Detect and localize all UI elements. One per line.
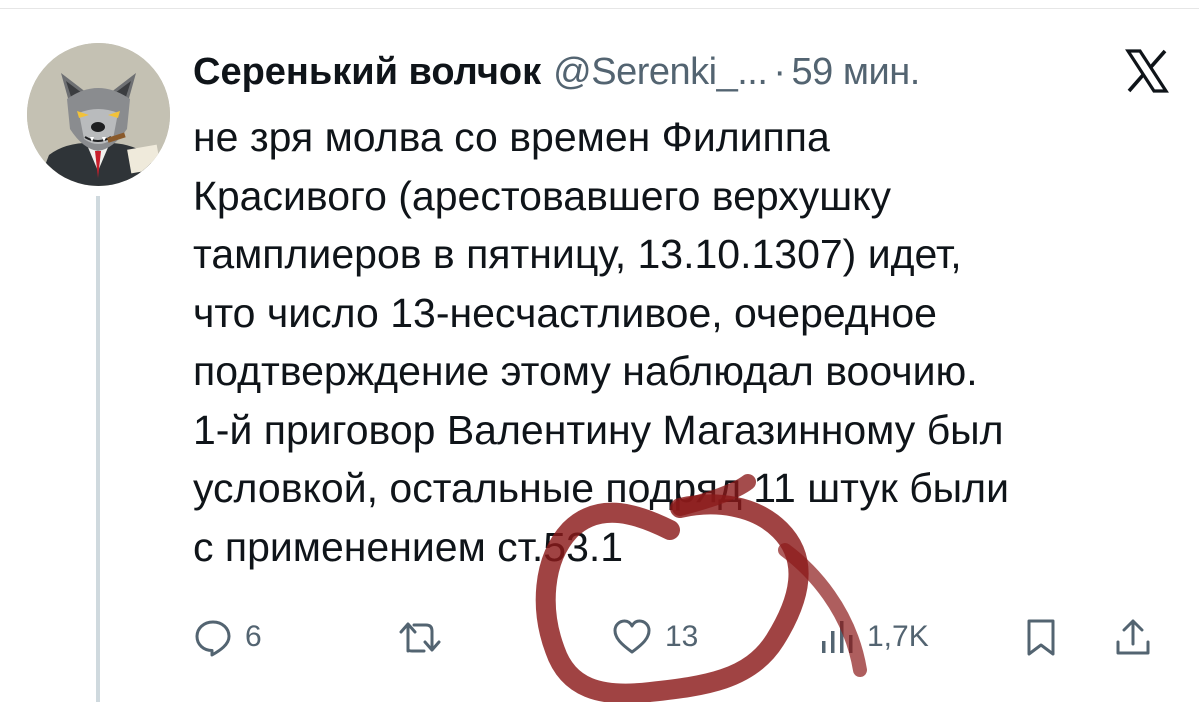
retweet-button[interactable]	[398, 612, 442, 662]
tweet-text-line: тамплиеров в пятницу, 13.10.1307) идет,	[193, 231, 962, 277]
header-separator: ·	[773, 50, 786, 93]
bookmark-button[interactable]	[1023, 612, 1059, 662]
author-handle[interactable]: @Serenki_...	[553, 51, 768, 94]
tweet-text-line: 1-й приговор Валентину Магазинному был	[193, 406, 1004, 453]
tweet-header: Серенький волчок @Serenki_... · 59 мин.	[193, 46, 1169, 98]
tweet-text-line: что число 13-несчастливое, очередное	[193, 289, 937, 336]
x-logo-icon[interactable]	[1125, 49, 1169, 93]
wolf-avatar-image	[27, 43, 170, 186]
like-button[interactable]: 13	[611, 612, 698, 662]
top-divider	[0, 8, 1199, 9]
heart-icon	[613, 619, 651, 654]
avatar[interactable]	[27, 43, 170, 186]
tweet-text-line: с применением ст.53.1	[193, 523, 624, 570]
tweet-timestamp[interactable]: 59 мин.	[792, 51, 921, 94]
retweet-arrows-icon	[399, 622, 441, 653]
tweet-text-line: подтверждение этому наблюдал воочию.	[193, 348, 978, 394]
bar-chart-icon	[822, 621, 853, 653]
views-count: 1,7K	[867, 620, 929, 653]
author-display-name[interactable]: Серенький волчок	[193, 51, 541, 94]
reply-button[interactable]: 6	[193, 612, 262, 662]
reply-count: 6	[245, 620, 262, 653]
comment-bubble-icon	[195, 620, 231, 657]
views-button[interactable]: 1,7K	[819, 612, 929, 662]
share-button[interactable]	[1113, 612, 1153, 662]
tweet-actions: 6 13 1,7K	[193, 612, 1173, 662]
thread-line	[96, 196, 100, 702]
tweet-text-line: условкой, остальные подряд 11 штук были	[193, 465, 1009, 511]
tweet-text-line: не зря молва со времен Филиппа	[193, 114, 830, 160]
tweet-text-line: Красивого (арестовавшего верхушку	[193, 172, 892, 219]
like-count: 13	[665, 620, 699, 653]
share-upload-icon	[1116, 619, 1150, 655]
bookmark-icon	[1027, 619, 1055, 656]
tweet-text: не зря молва со времен Филиппа Красивого…	[193, 108, 1183, 576]
